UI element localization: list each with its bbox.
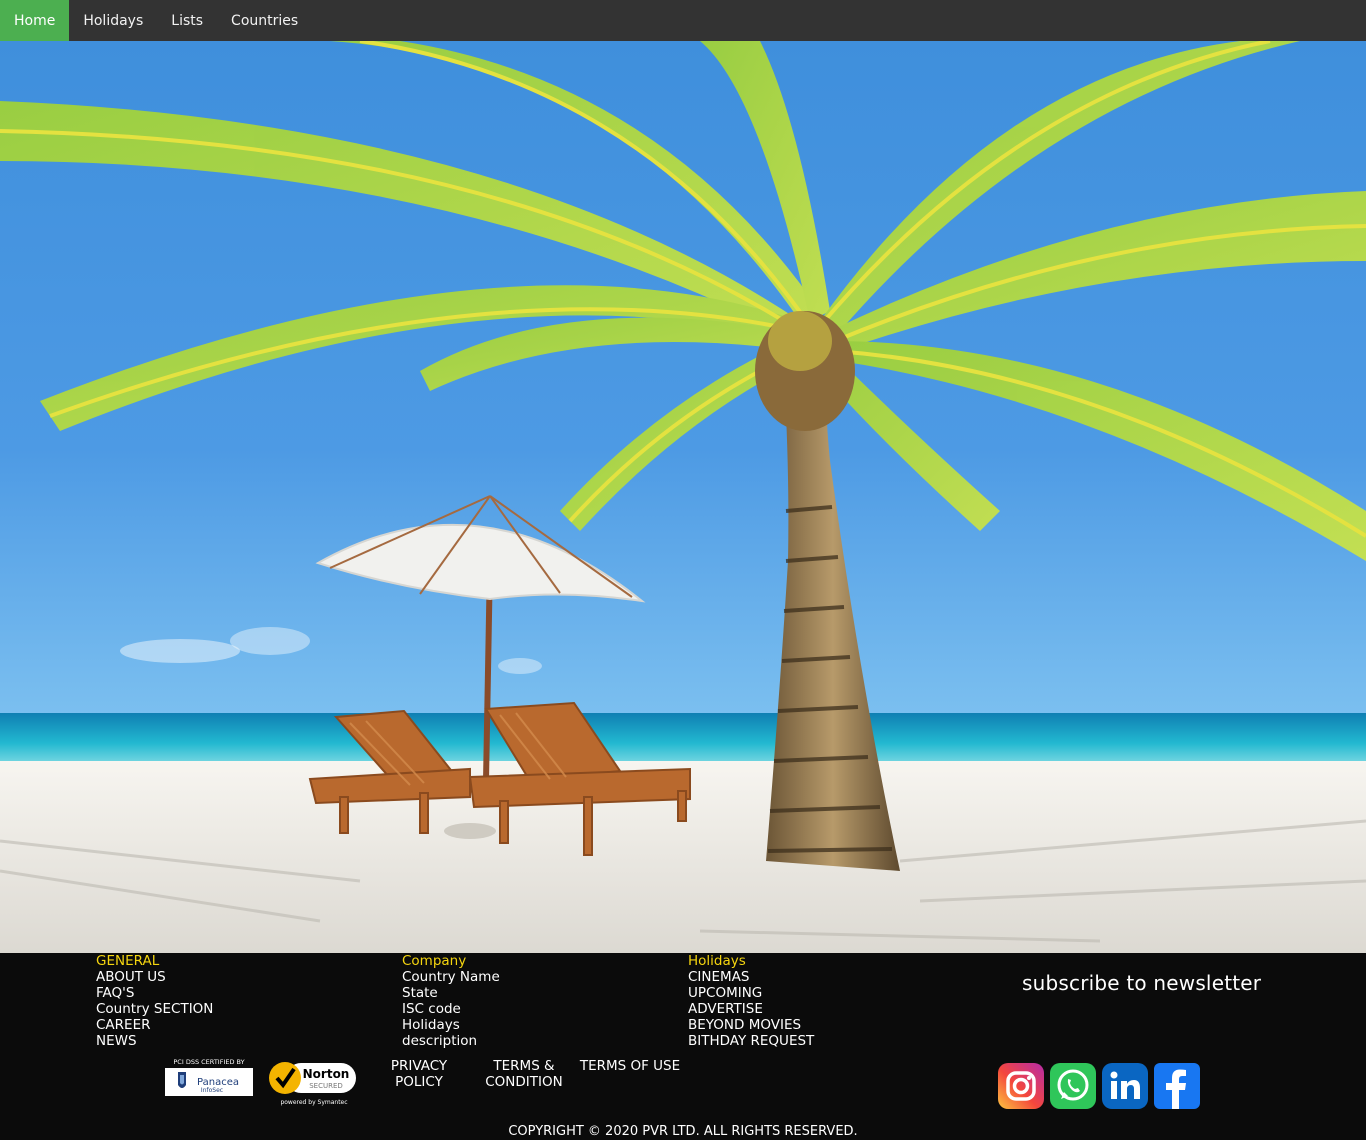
footer-link-news[interactable]: NEWS: [96, 1033, 213, 1049]
pci-badge-top-text: PCI DSS CERTIFIED BY: [173, 1058, 244, 1066]
nav-holidays[interactable]: Holidays: [69, 0, 157, 41]
footer-link-about-us[interactable]: ABOUT US: [96, 969, 213, 985]
norton-secured-badge: Norton SECURED powered by Symantec: [268, 1057, 358, 1107]
terms-condition-link[interactable]: TERMS & CONDITION: [480, 1058, 568, 1090]
footer-link-faqs[interactable]: FAQ'S: [96, 985, 213, 1001]
facebook-icon[interactable]: [1154, 1063, 1200, 1109]
footer-col-company: Company Country Name State ISC code Holi…: [402, 953, 500, 1049]
norton-badge-sub: SECURED: [309, 1082, 343, 1090]
footer-heading-holidays: Holidays: [688, 953, 746, 969]
footer-link-description[interactable]: description: [402, 1033, 500, 1049]
whatsapp-icon[interactable]: [1050, 1063, 1096, 1109]
footer-link-advertise[interactable]: ADVERTISE: [688, 1001, 814, 1017]
footer-heading-general: GENERAL: [96, 953, 160, 969]
terms-line-2: CONDITION: [485, 1074, 563, 1090]
footer-heading-company: Company: [402, 953, 467, 969]
footer-link-birthday-request[interactable]: BITHDAY REQUEST: [688, 1033, 814, 1049]
footer-col-holidays: Holidays CINEMAS UPCOMING ADVERTISE BEYO…: [688, 953, 814, 1049]
privacy-line-2: POLICY: [395, 1074, 443, 1090]
linkedin-icon[interactable]: [1102, 1063, 1148, 1109]
footer-link-country-section[interactable]: Country SECTION: [96, 1001, 213, 1017]
site-footer: GENERAL ABOUT US FAQ'S Country SECTION C…: [0, 953, 1366, 1140]
hero-beach-image: [0, 41, 1366, 953]
footer-link-country-name[interactable]: Country Name: [402, 969, 500, 985]
footer-link-isc-code[interactable]: ISC code: [402, 1001, 500, 1017]
footer-col-general: GENERAL ABOUT US FAQ'S Country SECTION C…: [96, 953, 213, 1049]
norton-badge-powered: powered by Symantec: [280, 1099, 347, 1106]
footer-link-cinemas[interactable]: CINEMAS: [688, 969, 814, 985]
copyright-text: COPYRIGHT © 2020 PVR LTD. ALL RIGHTS RES…: [508, 1124, 858, 1139]
footer-link-state[interactable]: State: [402, 985, 500, 1001]
nav-countries[interactable]: Countries: [217, 0, 312, 41]
terms-line-1: TERMS &: [493, 1058, 555, 1074]
footer-link-holidays[interactable]: Holidays: [402, 1017, 500, 1033]
nav-lists[interactable]: Lists: [157, 0, 217, 41]
norton-badge-name: Norton: [303, 1067, 350, 1081]
pci-dss-badge: PCI DSS CERTIFIED BY Panacea InfoSec: [164, 1057, 254, 1097]
top-navbar: Home Holidays Lists Countries: [0, 0, 1366, 41]
nav-home[interactable]: Home: [0, 0, 70, 41]
pci-badge-sub: InfoSec: [201, 1087, 223, 1094]
privacy-policy-link[interactable]: PRIVACY POLICY: [384, 1058, 454, 1090]
terms-of-use-link[interactable]: TERMS OF USE: [578, 1058, 682, 1074]
newsletter-heading[interactable]: subscribe to newsletter: [1022, 971, 1261, 995]
instagram-icon[interactable]: [998, 1063, 1044, 1109]
footer-link-upcoming[interactable]: UPCOMING: [688, 985, 814, 1001]
footer-link-beyond-movies[interactable]: BEYOND MOVIES: [688, 1017, 814, 1033]
privacy-line-1: PRIVACY: [390, 1058, 448, 1074]
footer-link-career[interactable]: CAREER: [96, 1017, 213, 1033]
